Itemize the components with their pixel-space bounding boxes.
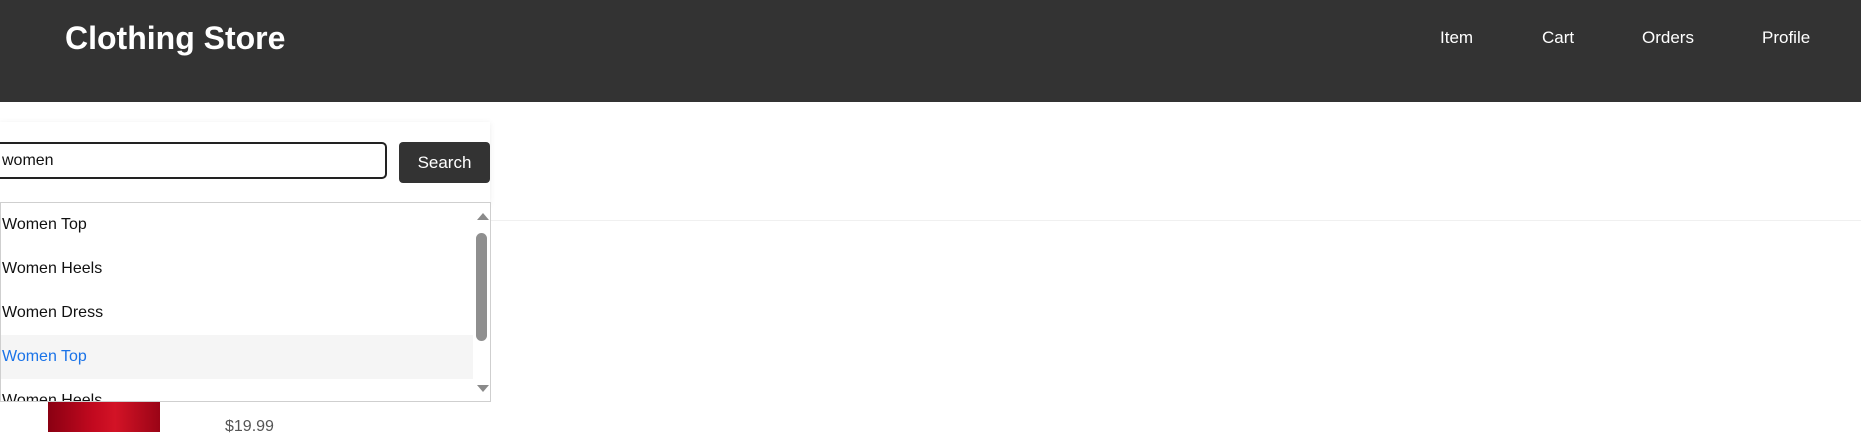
suggestion-option[interactable]: Women Dress [1, 291, 473, 335]
suggestion-option-highlighted[interactable]: Women Top [1, 335, 473, 379]
nav-orders[interactable]: Orders [1642, 26, 1694, 50]
suggestion-option[interactable]: Women Heels [1, 247, 473, 291]
dropdown-scrollbar[interactable] [473, 203, 490, 401]
suggestion-option[interactable]: Women Heels [1, 379, 473, 401]
scroll-up-icon[interactable] [477, 213, 489, 220]
nav-profile[interactable]: Profile [1762, 26, 1810, 50]
search-input[interactable] [0, 142, 387, 179]
nav-item[interactable]: Item [1440, 26, 1473, 50]
store-brand[interactable]: Clothing Store [65, 18, 285, 58]
product-price: $19.99 [225, 418, 274, 435]
nav-cart[interactable]: Cart [1542, 26, 1574, 50]
product-image[interactable] [48, 402, 160, 432]
scroll-down-icon[interactable] [477, 385, 489, 392]
search-panel: Search [0, 122, 490, 204]
scroll-thumb[interactable] [476, 233, 487, 341]
header-bar: Clothing Store Item Cart Orders Profile [0, 0, 1861, 102]
search-button[interactable]: Search [399, 142, 490, 183]
suggestion-dropdown[interactable]: Women Top Women Heels Women Dress Women … [0, 202, 491, 402]
suggestion-option[interactable]: Women Top [1, 203, 473, 247]
